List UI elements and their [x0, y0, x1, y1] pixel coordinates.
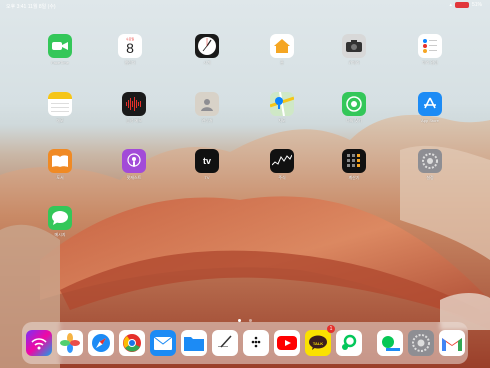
dock-app-chrome[interactable] — [119, 330, 145, 356]
wifi-signal-icon — [31, 338, 47, 350]
app-label: 도서 — [56, 175, 64, 180]
app-label: 메시지 — [54, 232, 66, 237]
home-icon — [270, 34, 294, 58]
app-label: 시계 — [203, 60, 211, 65]
reminders-icon — [418, 34, 442, 58]
dock-app-safari[interactable] — [88, 330, 114, 356]
app-reminders[interactable]: 미리 알림 — [417, 34, 443, 66]
app-label: TV — [204, 175, 210, 180]
maps-icon — [270, 92, 294, 116]
tv-logo-text: tv — [202, 156, 211, 166]
gear-icon — [418, 149, 442, 173]
app-contacts[interactable]: 연락처 — [194, 92, 220, 124]
status-right: ▴ 51% — [449, 2, 482, 8]
app-maps[interactable]: 지도 — [269, 92, 295, 124]
dock-app-youtube[interactable] — [274, 330, 300, 356]
app-label: 미리 알림 — [422, 60, 438, 65]
app-podcasts[interactable]: 팟캐스트 — [121, 149, 147, 181]
app-label: 계산기 — [348, 175, 360, 180]
app-label: 메모 — [56, 118, 64, 123]
wifi-icon: ▴ — [449, 2, 452, 8]
notes-icon — [48, 92, 72, 116]
pencil-icon — [218, 335, 232, 348]
folder-icon — [184, 337, 204, 351]
messages-icon — [48, 206, 72, 230]
app-voice-memos[interactable]: 음성 메모 — [121, 92, 147, 124]
dock-app-tomato[interactable] — [243, 330, 269, 356]
notification-badge: 1 — [327, 325, 335, 333]
app-label: FaceTime — [51, 60, 69, 65]
app-facetime[interactable]: FaceTime — [47, 34, 73, 65]
contacts-icon — [195, 92, 219, 116]
app-label: 설정 — [426, 175, 434, 180]
voice-memo-icon — [122, 92, 146, 116]
app-label: App Store — [421, 118, 439, 123]
app-clock[interactable]: 시계 — [194, 34, 220, 66]
find-my-icon — [342, 92, 366, 116]
app-label: 팟캐스트 — [126, 175, 142, 180]
app-home[interactable]: 홈 — [269, 34, 295, 66]
dock-app-line[interactable] — [377, 330, 403, 356]
line-icon — [382, 336, 400, 351]
photos-icon — [60, 333, 80, 353]
app-label: 카메라 — [348, 60, 360, 65]
calendar-day: 8 — [126, 40, 134, 56]
status-time-date: 오후 3:41 11월 8일 (수) — [6, 3, 56, 10]
app-messages[interactable]: 메시지 — [47, 206, 73, 238]
app-label: 주식 — [278, 175, 286, 180]
envelope-icon — [154, 336, 172, 350]
play-icon — [277, 336, 297, 350]
calculator-icon — [342, 149, 366, 173]
ipad-home-screen: 오후 3:41 11월 8일 (수) ▴ 51% FaceTime 수요일 8 … — [0, 0, 490, 368]
app-label: 캘린더 — [124, 60, 136, 65]
books-icon — [48, 149, 72, 173]
dock-app-settings[interactable] — [408, 330, 434, 356]
app-books[interactable]: 도서 — [47, 149, 73, 181]
dock-app-gmail[interactable] — [439, 330, 465, 356]
calendar-icon: 수요일 8 — [118, 34, 142, 58]
battery-icon — [454, 2, 469, 8]
app-find-my[interactable]: 나의 찾기 — [341, 92, 367, 124]
dock-app-photos[interactable] — [57, 330, 83, 356]
pin-icon — [342, 334, 357, 350]
gmail-icon — [442, 337, 462, 351]
camera-icon — [342, 34, 366, 58]
app-notes[interactable]: 메모 — [47, 92, 73, 124]
app-label: 음성 메모 — [126, 118, 142, 123]
app-calendar[interactable]: 수요일 8 캘린더 — [117, 34, 143, 66]
app-label: 나의 찾기 — [346, 118, 362, 123]
kakao-talk-text: TALK — [312, 340, 324, 346]
compass-icon — [92, 334, 110, 352]
status-time: 오후 3:41 — [6, 4, 27, 10]
dock: TALK 1 — [22, 322, 468, 364]
dock-app-naver[interactable] — [336, 330, 362, 356]
dock-app-kakaotalk[interactable]: TALK — [305, 330, 331, 356]
clock-icon — [195, 34, 219, 58]
app-tv[interactable]: tv TV — [194, 149, 220, 180]
app-app-store[interactable]: App Store — [417, 92, 443, 123]
dock-app-notes[interactable] — [212, 330, 238, 356]
status-bar: 오후 3:41 11월 8일 (수) ▴ 51% — [0, 0, 490, 12]
app-label: 지도 — [278, 118, 286, 123]
dock-app-files[interactable] — [181, 330, 207, 356]
app-camera[interactable]: 카메라 — [341, 34, 367, 66]
app-settings[interactable]: 설정 — [417, 149, 443, 181]
app-label: 연락처 — [201, 118, 213, 123]
facetime-icon — [48, 34, 72, 58]
stocks-icon — [270, 149, 294, 173]
grid-dots-icon — [251, 336, 261, 348]
battery-percent: 51% — [471, 2, 482, 8]
app-label: 홈 — [280, 60, 284, 65]
dock-app-mail[interactable] — [150, 330, 176, 356]
app-store-icon — [418, 92, 442, 116]
status-date: 11월 8일 (수) — [27, 4, 56, 10]
gear-icon — [412, 334, 430, 352]
app-calculator[interactable]: 계산기 — [341, 149, 367, 181]
chrome-icon — [123, 334, 141, 352]
dock-app-bluetooth[interactable] — [26, 330, 52, 356]
tv-icon: tv — [195, 149, 219, 173]
podcasts-icon — [122, 149, 146, 173]
app-stocks[interactable]: 주식 — [269, 149, 295, 181]
